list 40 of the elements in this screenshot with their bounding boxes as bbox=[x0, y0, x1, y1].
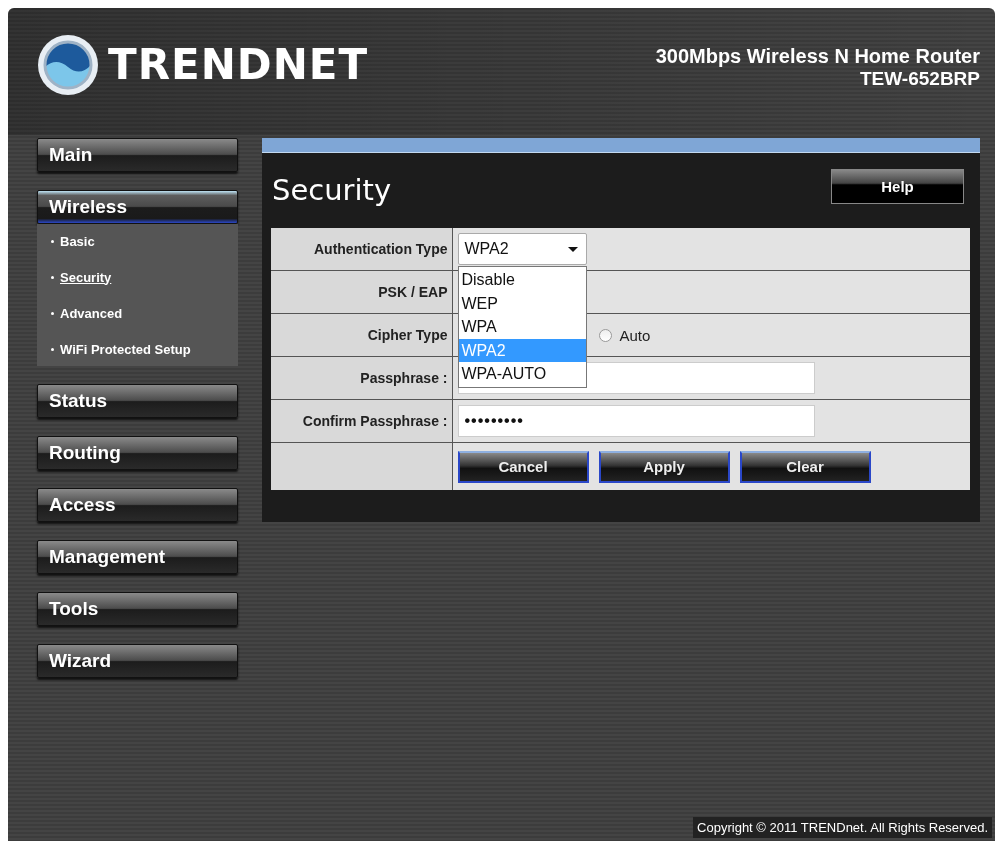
submenu-link[interactable]: Security bbox=[60, 269, 112, 285]
passphrase-field[interactable]: ••••••••• bbox=[457, 405, 815, 437]
submenu-link[interactable]: Basic bbox=[60, 233, 95, 249]
page-title: Security bbox=[272, 173, 392, 207]
dropdown-option[interactable]: WPA bbox=[458, 315, 586, 339]
dropdown-option[interactable]: Disable bbox=[458, 268, 586, 292]
field-label: Cipher Type bbox=[367, 327, 448, 343]
radio-button[interactable] bbox=[598, 328, 612, 342]
logo-icon bbox=[36, 32, 100, 97]
nav-button[interactable]: Main bbox=[37, 138, 238, 172]
nav-button[interactable]: Status bbox=[37, 384, 238, 418]
nav-button[interactable]: Wizard bbox=[37, 644, 238, 678]
brand-name: TRENDNET bbox=[108, 40, 369, 89]
nav-button[interactable]: Wireless bbox=[37, 190, 238, 224]
dropdown-option[interactable]: WPA-AUTO bbox=[458, 362, 586, 386]
product-name: 300Mbps Wireless N Home Router bbox=[655, 45, 980, 68]
bullet-icon bbox=[51, 311, 54, 315]
action-button[interactable]: Apply bbox=[598, 450, 730, 483]
auth-type-select[interactable]: WPA2 bbox=[457, 233, 587, 265]
nav-button[interactable]: Tools bbox=[37, 592, 238, 626]
field-label: Passphrase : bbox=[360, 370, 448, 386]
copyright-text: Copyright © 2011 TRENDnet. All Rights Reserved. bbox=[693, 817, 992, 838]
caret-icon bbox=[567, 246, 578, 252]
help-button[interactable]: Help bbox=[831, 168, 964, 204]
field-label: PSK / EAP bbox=[378, 284, 448, 300]
bullet-icon bbox=[51, 275, 54, 279]
bullet-icon bbox=[51, 347, 54, 351]
nav-button[interactable]: Access bbox=[37, 488, 238, 522]
submenu-link[interactable]: WiFi Protected Setup bbox=[60, 341, 191, 357]
dropdown-option[interactable]: WEP bbox=[458, 291, 586, 315]
bullet-icon bbox=[51, 239, 54, 243]
action-button[interactable]: Cancel bbox=[457, 450, 589, 483]
nav-button[interactable]: Routing bbox=[37, 436, 238, 470]
model-number: TEW-652BRP bbox=[859, 68, 980, 90]
field-label: Confirm Passphrase : bbox=[302, 413, 448, 429]
submenu-link[interactable]: Advanced bbox=[60, 305, 123, 321]
nav-button[interactable]: Management bbox=[37, 540, 238, 574]
field-label: Authentication Type bbox=[313, 241, 448, 257]
radio-label: Auto bbox=[619, 326, 651, 344]
action-button[interactable]: Clear bbox=[739, 450, 871, 483]
